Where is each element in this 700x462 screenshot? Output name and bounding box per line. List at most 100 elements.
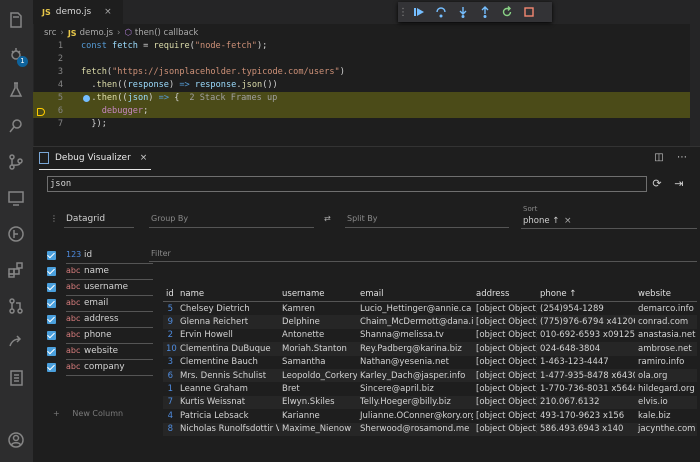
- code-line[interactable]: 2: [33, 53, 700, 66]
- continue-button[interactable]: [408, 2, 430, 22]
- column-item-phone[interactable]: abc phone: [47, 328, 167, 344]
- column-checkbox[interactable]: [47, 267, 56, 276]
- stop-button[interactable]: [518, 2, 540, 22]
- column-checkbox[interactable]: [47, 299, 56, 308]
- new-column-button[interactable]: + New Column: [53, 409, 123, 418]
- code-line[interactable]: 5 .then((json) => {2 Stack Frames up: [33, 92, 700, 105]
- column-item-company[interactable]: abc company: [47, 360, 167, 376]
- table-cell: jacynthe.com: [635, 422, 697, 436]
- table-cell: ola.org: [635, 368, 697, 383]
- code-line[interactable]: 4 .then((response) => response.json()): [33, 79, 700, 92]
- more-actions-icon[interactable]: ⋯: [676, 152, 688, 164]
- view-selector[interactable]: Datagrid: [66, 214, 105, 224]
- breakpoint-icon[interactable]: [83, 95, 90, 102]
- source-control-icon[interactable]: [6, 152, 26, 172]
- table-row[interactable]: 1 Leanne Graham Bret Sincere@april.biz [obje…: [163, 382, 697, 395]
- extensions-icon[interactable]: [6, 260, 26, 280]
- split-by-field[interactable]: Split By: [347, 214, 378, 223]
- panel-title: Debug Visualizer: [55, 153, 131, 163]
- table-cell: 010-692-6593 x09125: [540, 330, 635, 341]
- swap-icon[interactable]: ⇄: [324, 214, 331, 223]
- table-cell: Nicholas Runolfsdottir V: [177, 422, 279, 436]
- account-icon[interactable]: [6, 430, 26, 450]
- table-row[interactable]: 9 Glenna Reichert Delphine Chaim_McDermott@…: [163, 315, 697, 329]
- split-editor-icon[interactable]: ◫: [653, 152, 665, 164]
- table-cell: Lucio_Hettinger@annie.ca: [360, 303, 472, 314]
- explorer-icon[interactable]: [6, 10, 26, 30]
- table-cell: Glenna Reichert: [177, 315, 279, 329]
- refresh-icon[interactable]: ⟳: [649, 176, 665, 192]
- tab-demo-js[interactable]: JS demo.js ×: [33, 0, 123, 24]
- drag-handle-icon[interactable]: ⋮: [50, 214, 58, 223]
- code-line[interactable]: 6 debugger;: [33, 105, 700, 118]
- open-external-icon[interactable]: ⇥: [671, 176, 687, 192]
- table-cell: ambrose.net: [635, 342, 697, 356]
- git-graph-icon[interactable]: [6, 224, 26, 244]
- step-over-button[interactable]: [430, 2, 452, 22]
- column-item-name[interactable]: abc name: [47, 264, 167, 280]
- column-checkbox[interactable]: [47, 251, 56, 260]
- table-row[interactable]: 7 Kurtis Weissnat Elwyn.Skiles Telly.Hoeger…: [163, 395, 697, 410]
- column-header[interactable]: username: [279, 287, 357, 302]
- table-cell: [object Object]: [473, 315, 537, 329]
- table-row[interactable]: 10 Clementina DuBuque Moriah.Stanton Rey.Pa…: [163, 342, 697, 356]
- notebook-icon[interactable]: [6, 368, 26, 388]
- tab-debug-visualizer[interactable]: Debug Visualizer ×: [39, 147, 152, 170]
- column-item-username[interactable]: abc username: [47, 280, 167, 296]
- minimap[interactable]: [690, 24, 700, 146]
- table-cell: Clementine Bauch: [180, 357, 258, 368]
- column-header[interactable]: address: [473, 287, 537, 302]
- column-item-website[interactable]: abc website: [47, 344, 167, 360]
- column-checkbox[interactable]: [47, 283, 56, 292]
- table-cell: kale.biz: [638, 410, 671, 421]
- search-icon[interactable]: [6, 116, 26, 136]
- code-line[interactable]: 3 fetch("https://jsonplaceholder.typicode…: [33, 66, 700, 79]
- code-line[interactable]: 1 const fetch = require("node-fetch");: [33, 40, 700, 53]
- close-tab-button[interactable]: ×: [104, 7, 112, 17]
- close-panel-button[interactable]: ×: [140, 153, 148, 163]
- breadcrumb-file[interactable]: demo.js: [80, 28, 113, 38]
- expression-input[interactable]: json: [47, 176, 647, 192]
- column-item-id[interactable]: 123 id: [47, 248, 167, 264]
- step-out-button[interactable]: [474, 2, 496, 22]
- sort-chip[interactable]: phone ↑: [523, 216, 559, 226]
- table-cell: Karley_Dach@jasper.info: [357, 368, 473, 383]
- column-header[interactable]: email: [357, 287, 473, 302]
- table-row[interactable]: 2 Ervin Howell Antonette Shanna@melissa.tv […: [163, 329, 697, 342]
- table-row[interactable]: 4 Patricia Lebsack Karianne Julianne.OConne…: [163, 409, 697, 422]
- step-into-button[interactable]: [452, 2, 474, 22]
- table-cell: Elwyn.Skiles: [279, 395, 357, 410]
- table-cell: 5: [167, 303, 173, 314]
- breadcrumb-src[interactable]: src: [44, 28, 56, 38]
- column-checkbox[interactable]: [47, 331, 56, 340]
- table-row[interactable]: 5 Chelsey Dietrich Kamren Lucio_Hettinger@a…: [163, 302, 697, 316]
- column-checkbox[interactable]: [47, 363, 56, 372]
- code-line[interactable]: 7 });: [33, 118, 700, 131]
- column-item-email[interactable]: abc email: [47, 296, 167, 312]
- column-checkbox[interactable]: [47, 315, 56, 324]
- group-by-field[interactable]: Group By: [151, 214, 188, 223]
- column-header[interactable]: phone ↑: [537, 287, 635, 302]
- chevron-right-icon: ›: [117, 28, 121, 38]
- drag-handle[interactable]: ⋮: [398, 7, 408, 18]
- restart-button[interactable]: [496, 2, 518, 22]
- table-row[interactable]: 8 Nicholas Runolfsdottir V Maxime_Nienow Sh…: [163, 422, 697, 436]
- column-header[interactable]: name: [177, 287, 279, 302]
- table-row[interactable]: 6 Mrs. Dennis Schulist Leopoldo_Corkery Kar…: [163, 368, 697, 383]
- column-item-address[interactable]: abc address: [47, 312, 167, 328]
- flask-icon[interactable]: [6, 80, 26, 100]
- remote-explorer-icon[interactable]: [6, 188, 26, 208]
- table-cell: Antonette: [282, 330, 325, 341]
- pull-requests-icon[interactable]: [6, 296, 26, 316]
- breadcrumb-symbol[interactable]: then() callback: [135, 28, 198, 38]
- code-editor[interactable]: 1 const fetch = require("node-fetch"); 2 3 f…: [33, 40, 700, 146]
- column-header[interactable]: id: [163, 287, 177, 302]
- javascript-file-icon: JS: [42, 7, 51, 17]
- sort-clear-icon[interactable]: ×: [564, 216, 572, 226]
- column-checkbox[interactable]: [47, 347, 56, 356]
- table-row[interactable]: 3 Clementine Bauch Samantha Nathan@yesenia.…: [163, 356, 697, 369]
- column-header[interactable]: website: [635, 287, 697, 302]
- line-number: 7: [57, 119, 63, 129]
- table-cell: Patricia Lebsack: [180, 410, 249, 421]
- live-share-icon[interactable]: [6, 332, 26, 352]
